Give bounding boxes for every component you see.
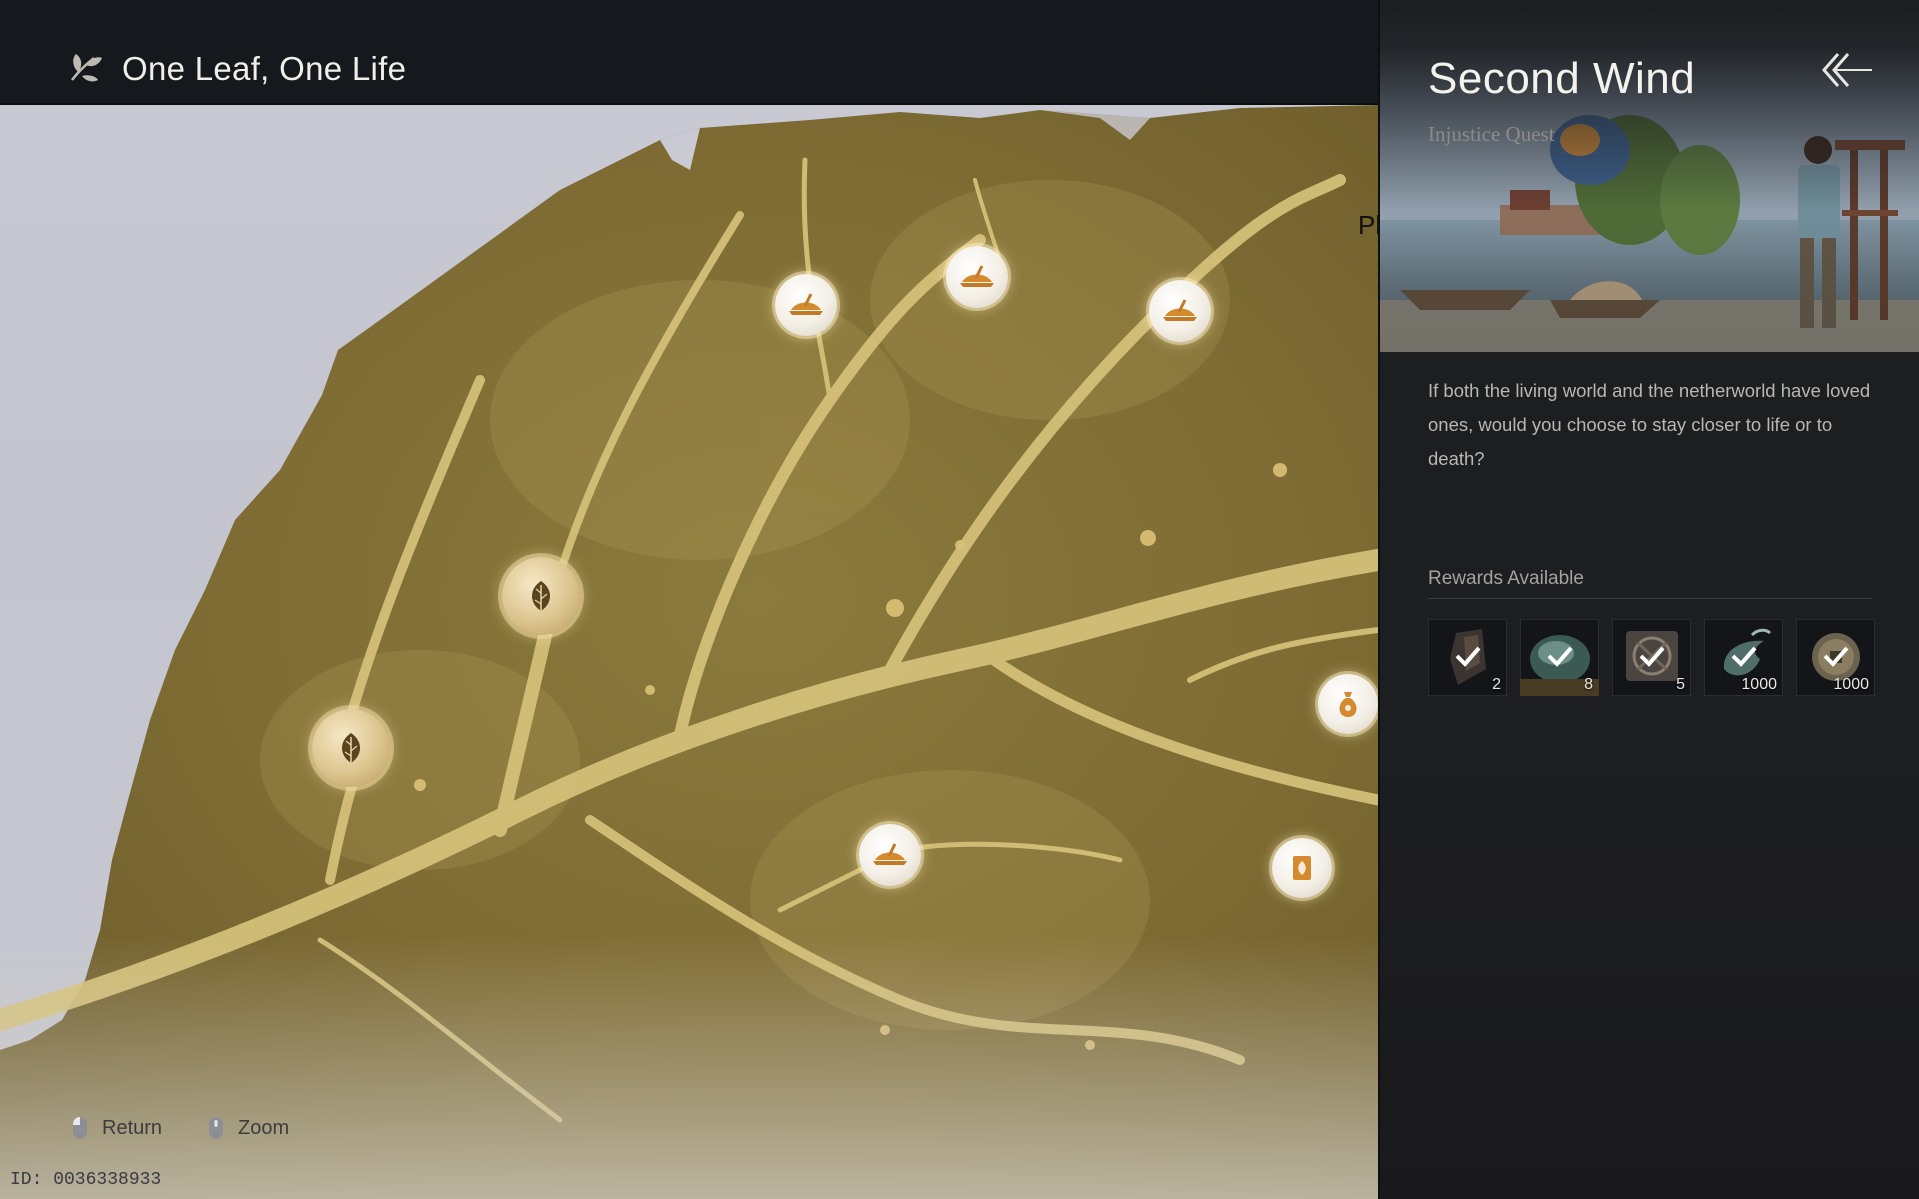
double-chevron-left-icon: [1822, 53, 1872, 87]
quest-node-leaf-1[interactable]: [502, 557, 580, 635]
scroll-card-icon: [1293, 856, 1311, 880]
reward-quantity: 8: [1584, 676, 1593, 693]
quest-node-hat-3[interactable]: [1149, 280, 1211, 342]
checkmark-icon: [1547, 646, 1573, 667]
reward-quantity: 1000: [1833, 676, 1869, 693]
reward-quantity: 5: [1676, 676, 1685, 693]
top-header-bar: One Leaf, One Life: [0, 0, 1378, 105]
reward-item[interactable]: 2: [1428, 619, 1507, 696]
zoom-label: Zoom: [238, 1116, 290, 1139]
quest-title: Second Wind: [1428, 54, 1696, 103]
leaf-branch-icon: [71, 54, 102, 82]
zoom-hint[interactable]: Zoom: [208, 1116, 289, 1140]
quest-node-hat-4[interactable]: [859, 824, 921, 886]
reward-item[interactable]: 8: [1520, 619, 1599, 696]
skill-tree-map[interactable]: One Leaf, One Life P Return Zoom ID: 003…: [0, 0, 1378, 1199]
quest-description: If both the living world and the netherw…: [1428, 380, 1871, 469]
leaf-icon: [532, 581, 550, 611]
straw-hat-icon: [1163, 299, 1197, 321]
quest-node-pouch[interactable]: [1318, 674, 1378, 734]
clipped-label: Pl: [1358, 210, 1378, 240]
checkmark-icon: [1639, 646, 1665, 667]
collapse-panel-button[interactable]: [1818, 50, 1874, 90]
quest-node-leaf-2[interactable]: [312, 709, 390, 787]
leaf-illustration: [0, 0, 1378, 1199]
rewards-heading: Rewards Available: [1428, 568, 1584, 589]
return-label: Return: [102, 1116, 163, 1139]
reward-item[interactable]: 5: [1612, 619, 1691, 696]
quest-node-card[interactable]: [1272, 838, 1332, 898]
quest-node-hat-2[interactable]: [946, 246, 1008, 308]
page-title: One Leaf, One Life: [122, 50, 407, 87]
checkmark-icon: [1823, 646, 1849, 667]
reward-item[interactable]: 1000: [1704, 619, 1783, 696]
straw-hat-icon: [873, 843, 907, 865]
leaf-icon: [342, 733, 360, 763]
reward-quantity: 1000: [1741, 676, 1777, 693]
straw-hat-icon: [960, 265, 994, 287]
return-hint[interactable]: Return: [72, 1116, 162, 1140]
quest-type: Injustice Quest: [1428, 122, 1555, 146]
rewards-divider: [1428, 598, 1872, 599]
quest-detail-panel: Second Wind Injustice Quest If both the …: [1378, 0, 1919, 1199]
straw-hat-icon: [789, 293, 823, 315]
quest-node-hat-1[interactable]: [775, 274, 837, 336]
session-id: ID: 0036338933: [10, 1170, 162, 1190]
rewards-list: 2 8 5 1000 1000: [1428, 619, 1875, 696]
reward-item[interactable]: 1000: [1796, 619, 1875, 696]
checkmark-icon: [1731, 646, 1757, 667]
checkmark-icon: [1455, 646, 1481, 667]
money-pouch-icon: [1339, 692, 1357, 717]
reward-quantity: 2: [1492, 676, 1501, 693]
mouse-scroll-icon: [209, 1117, 223, 1139]
mouse-left-click-icon: [73, 1117, 87, 1139]
